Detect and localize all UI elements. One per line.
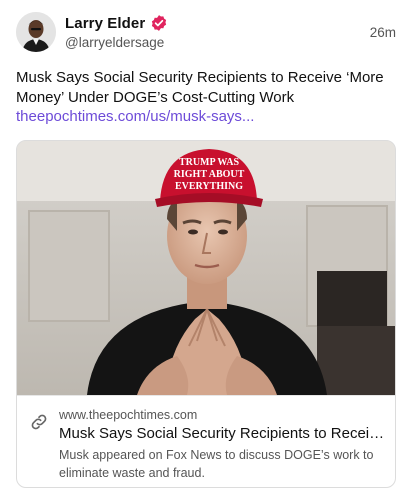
svg-text:RIGHT ABOUT: RIGHT ABOUT [174, 169, 245, 180]
avatar-image [16, 12, 56, 52]
svg-text:TRUMP WAS: TRUMP WAS [179, 157, 240, 168]
card-title[interactable]: Musk Says Social Security Recipients to … [59, 424, 385, 443]
author-name[interactable]: Larry Elder [65, 15, 145, 32]
post-body: Musk Says Social Security Recipients to … [16, 68, 400, 127]
card-image[interactable]: TRUMP WAS RIGHT ABOUT EVERYTHING [17, 141, 395, 395]
post-text: Musk Says Social Security Recipients to … [16, 69, 384, 106]
post-timestamp[interactable]: 26m [370, 25, 396, 40]
author-handle[interactable]: @larryeldersage [65, 35, 164, 50]
post-link[interactable]: theepochtimes.com/us/musk-says... [16, 107, 400, 127]
link-icon [29, 412, 49, 432]
card-photo: TRUMP WAS RIGHT ABOUT EVERYTHING [17, 141, 395, 395]
avatar[interactable] [16, 12, 56, 52]
author-name-row: Larry Elder [65, 14, 168, 32]
link-preview-card[interactable]: TRUMP WAS RIGHT ABOUT EVERYTHING www.the… [16, 140, 396, 488]
svg-text:EVERYTHING: EVERYTHING [175, 181, 243, 192]
post-header: Larry Elder @larryeldersage 26m [16, 10, 396, 56]
card-description: Musk appeared on Fox News to discuss DOG… [59, 448, 374, 480]
verified-badge-icon [150, 14, 168, 32]
card-domain: www.theepochtimes.com [59, 408, 198, 422]
card-meta[interactable]: www.theepochtimes.com Musk Says Social S… [17, 395, 395, 487]
